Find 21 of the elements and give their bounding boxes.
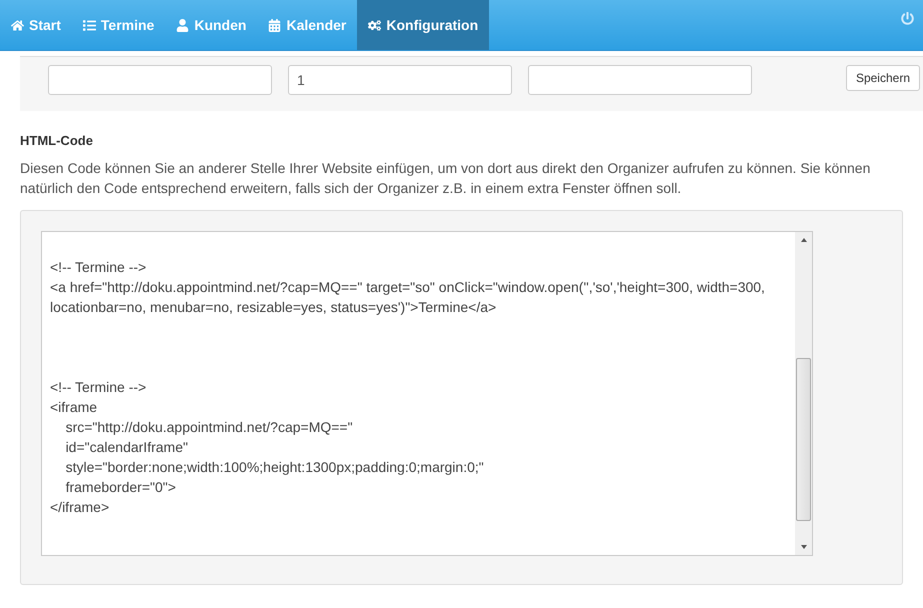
nav-tab[interactable]: Start	[0, 0, 72, 50]
description-text: Diesen Code können Sie an anderer Stelle Ihrer Website einfügen, um von dort aus direkt den Organizer aufrufen zu können. Sie können natürlich den Code entsprechend erweitern, falls sich der Organizer z.B. in einem extra Fenster öffnen soll.	[20, 159, 872, 198]
calendar-icon	[268, 18, 282, 32]
gears-icon	[368, 18, 382, 32]
scroll-down-icon[interactable]	[800, 545, 806, 549]
user-icon	[176, 18, 190, 32]
power-icon[interactable]	[901, 12, 914, 25]
nav-tab[interactable]: Termine	[72, 0, 166, 50]
nav-tab[interactable]: Konfiguration	[357, 0, 490, 50]
input-field[interactable]	[48, 65, 272, 95]
nav-tab[interactable]: Kalender	[257, 0, 358, 50]
input-field[interactable]: 1	[288, 65, 512, 95]
input-field[interactable]	[528, 65, 752, 95]
code-field[interactable]: <!-- Termine --> <a href="http://doku.appointmind.net/?cap=MQ==" target="so" onClick="window.open('','so','height=300, width=300, locationbar=no, menubar=no, resizable=yes, status=yes')">Termine</a> <!-- Termine --> <iframe src="http://doku.appointmind.net/?cap=MQ==" id="calendarIframe" style="border:none;width:100%;height:1300px;padding:0;margin:0;" frameborder="0"> </iframe>	[41, 231, 813, 556]
scroll-up-icon[interactable]	[800, 238, 806, 242]
home-icon	[11, 18, 24, 32]
save-button[interactable]: Speichern	[846, 65, 920, 91]
list-icon	[82, 18, 96, 32]
nav-tab[interactable]: Kunden	[165, 0, 258, 50]
scrollbar[interactable]	[795, 232, 812, 555]
section-heading: HTML-Code	[20, 133, 94, 148]
